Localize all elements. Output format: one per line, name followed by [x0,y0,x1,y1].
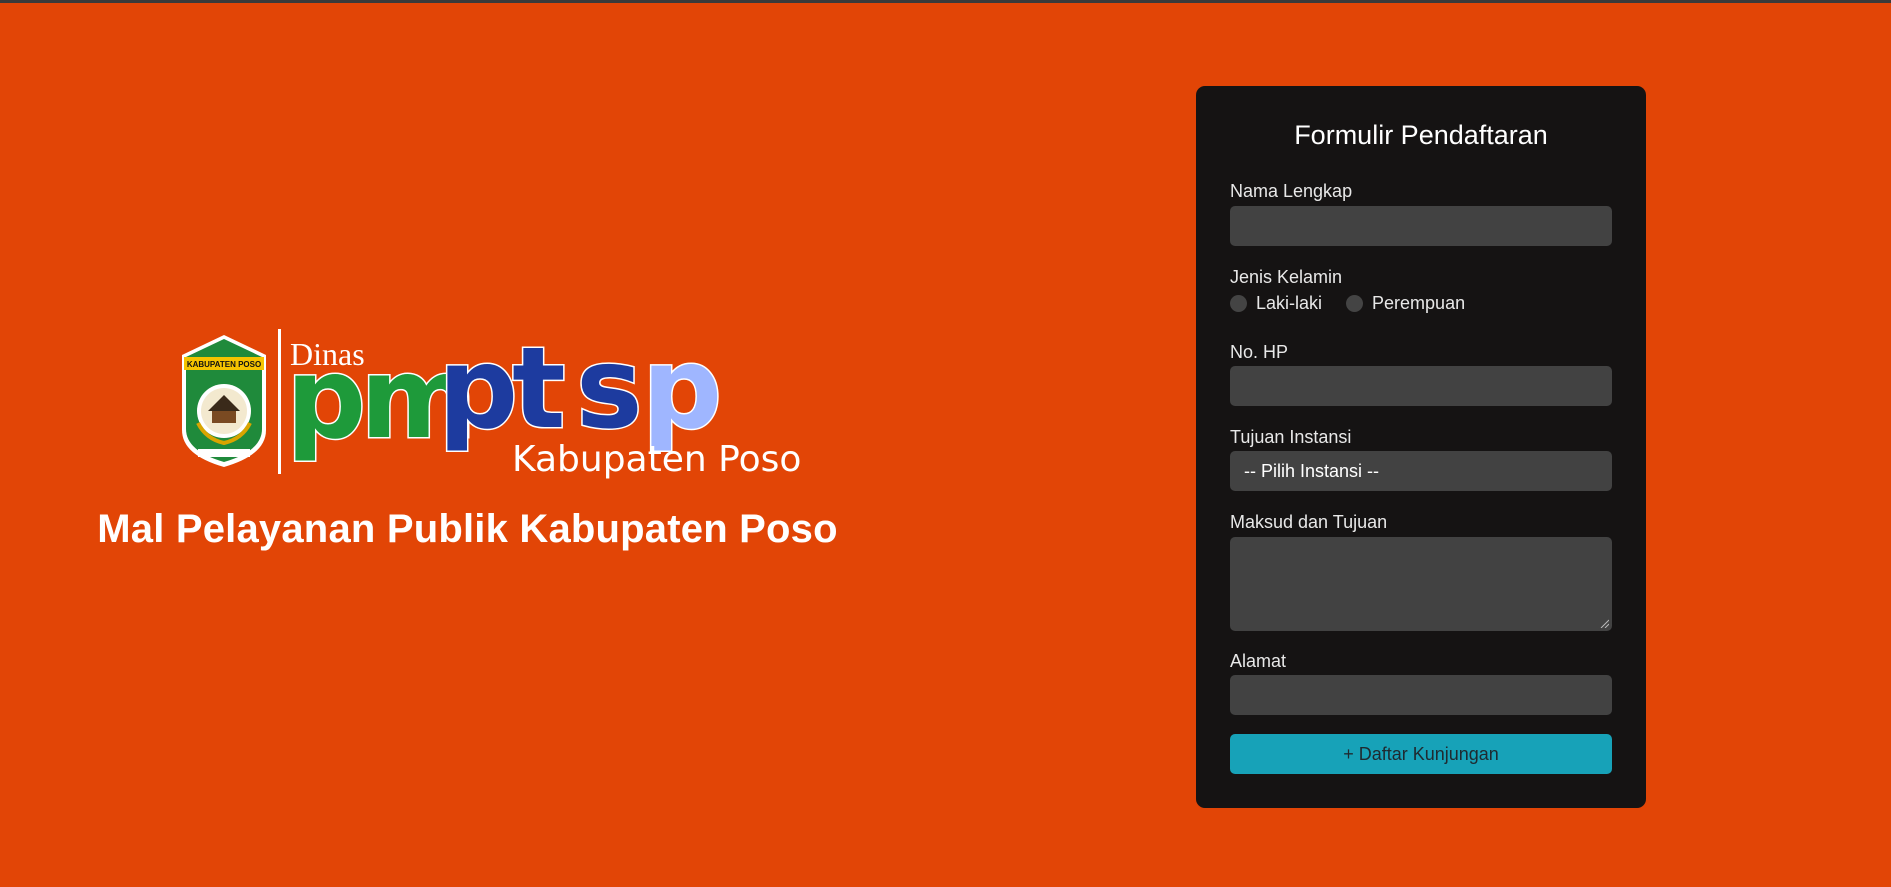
radio-button-female[interactable] [1346,295,1364,312]
hero-title: Mal Pelayanan Publik Kabupaten Poso [97,507,838,551]
logo-pt-text: pt [438,324,563,454]
logo-s-text: s [576,324,643,454]
purpose-label: Maksud dan Tujuan [1230,512,1388,532]
phone-input[interactable] [1230,366,1612,406]
radio-button-male[interactable] [1230,295,1247,312]
purpose-textarea[interactable] [1230,537,1612,631]
radio-option-male[interactable]: Laki-laki [1230,293,1322,314]
radio-label-female: Perempuan [1372,293,1466,313]
radio-option-female[interactable]: Perempuan [1346,293,1465,314]
gender-label: Jenis Kelamin [1230,267,1343,287]
gender-radio-group: Laki-laki Perempuan [1230,293,1489,314]
registration-form-card: Formulir Pendaftaran Nama Lengkap Jenis … [1196,86,1646,808]
address-label: Alamat [1230,651,1287,671]
dinas-pmptsp-logo: KABUPATEN POSO Dinas pm pt s p Kabupaten… [182,323,801,480]
name-input[interactable] [1230,206,1612,246]
logo-region-text: Kabupaten Poso [512,439,801,480]
resize-grip-icon[interactable] [1599,618,1609,628]
name-label: Nama Lengkap [1230,181,1353,201]
phone-label: No. HP [1230,342,1289,362]
agency-select[interactable]: -- Pilih Instansi -- [1230,451,1612,491]
address-input[interactable] [1230,675,1612,715]
kabupaten-poso-emblem-icon: KABUPATEN POSO [182,335,266,467]
emblem-banner-text: KABUPATEN POSO [187,360,261,369]
register-visit-button[interactable]: + Daftar Kunjungan [1230,734,1612,774]
logo-p-text: p [642,324,722,454]
agency-label: Tujuan Instansi [1230,427,1352,447]
radio-label-male: Laki-laki [1256,293,1323,313]
top-border-line [0,0,1891,3]
branding-section: KABUPATEN POSO Dinas pm pt s p Kabupaten… [0,310,935,570]
form-title: Formulir Pendaftaran [1294,120,1548,150]
